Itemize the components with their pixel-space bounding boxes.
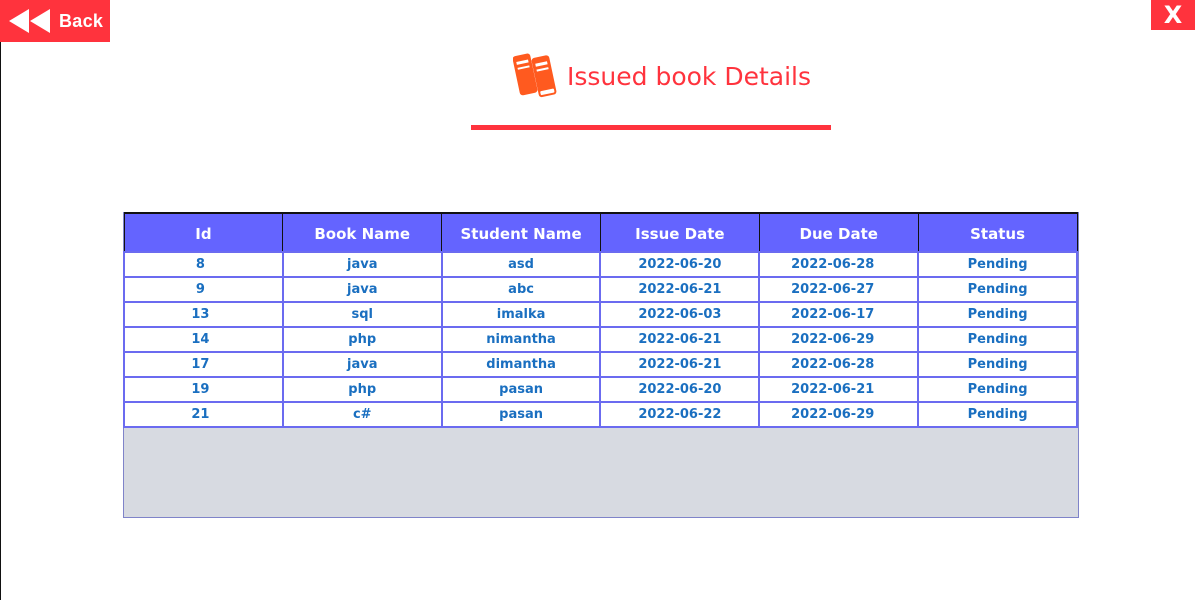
cell-book-name[interactable]: java: [281, 251, 443, 278]
cell-id[interactable]: 13: [123, 301, 284, 328]
table-row[interactable]: 13 sql imalka 2022-06-03 2022-06-17 Pend…: [123, 301, 1078, 328]
table-row[interactable]: 21 c# pasan 2022-06-22 2022-06-29 Pendin…: [123, 401, 1078, 428]
cell-student-name[interactable]: pasan: [440, 376, 602, 403]
cell-status[interactable]: Pending: [917, 276, 1078, 303]
table-row[interactable]: 8 java asd 2022-06-20 2022-06-28 Pending: [123, 251, 1078, 278]
column-header-due-date[interactable]: Due Date: [758, 212, 919, 253]
column-header-status[interactable]: Status: [917, 212, 1078, 253]
cell-issue-date[interactable]: 2022-06-03: [599, 301, 761, 328]
back-button[interactable]: Back: [0, 0, 110, 42]
table-row[interactable]: 14 php nimantha 2022-06-21 2022-06-29 Pe…: [123, 326, 1078, 353]
cell-due-date[interactable]: 2022-06-28: [758, 251, 920, 278]
cell-issue-date[interactable]: 2022-06-21: [599, 326, 761, 353]
cell-id[interactable]: 21: [123, 401, 284, 428]
title-underline: [471, 125, 831, 130]
cell-status[interactable]: Pending: [917, 351, 1078, 378]
table-row[interactable]: 9 java abc 2022-06-21 2022-06-27 Pending: [123, 276, 1078, 303]
cell-status[interactable]: Pending: [917, 376, 1078, 403]
cell-due-date[interactable]: 2022-06-27: [758, 276, 920, 303]
table-row[interactable]: 19 php pasan 2022-06-20 2022-06-21 Pendi…: [123, 376, 1078, 403]
cell-book-name[interactable]: php: [281, 326, 443, 353]
page-title: Issued book Details: [567, 61, 812, 91]
close-button[interactable]: X: [1151, 0, 1195, 30]
cell-student-name[interactable]: nimantha: [440, 326, 602, 353]
column-header-book-name[interactable]: Book Name: [282, 212, 443, 253]
cell-book-name[interactable]: sql: [281, 301, 443, 328]
cell-status[interactable]: Pending: [917, 326, 1078, 353]
cell-student-name[interactable]: dimantha: [440, 351, 602, 378]
cell-book-name[interactable]: c#: [281, 401, 443, 428]
page-header: Issued book Details: [512, 48, 812, 105]
cell-issue-date[interactable]: 2022-06-20: [599, 251, 761, 278]
cell-student-name[interactable]: abc: [440, 276, 602, 303]
back-button-label: Back: [59, 10, 104, 31]
cell-due-date[interactable]: 2022-06-21: [758, 376, 920, 403]
cell-id[interactable]: 8: [123, 251, 284, 278]
cell-student-name[interactable]: asd: [440, 251, 602, 278]
cell-id[interactable]: 9: [123, 276, 284, 303]
cell-id[interactable]: 17: [123, 351, 284, 378]
column-header-student-name[interactable]: Student Name: [441, 212, 601, 253]
cell-issue-date[interactable]: 2022-06-22: [599, 401, 761, 428]
cell-status[interactable]: Pending: [917, 301, 1078, 328]
column-header-id[interactable]: Id: [123, 212, 284, 253]
issued-books-window: Back X Issued book Details Id Book Name …: [0, 0, 1195, 600]
cell-student-name[interactable]: pasan: [440, 401, 602, 428]
rewind-icon: [7, 7, 51, 35]
cell-status[interactable]: Pending: [917, 251, 1078, 278]
cell-due-date[interactable]: 2022-06-29: [758, 326, 920, 353]
cell-due-date[interactable]: 2022-06-28: [758, 351, 920, 378]
cell-student-name[interactable]: imalka: [440, 301, 602, 328]
cell-book-name[interactable]: php: [281, 376, 443, 403]
column-header-issue-date[interactable]: Issue Date: [599, 212, 760, 253]
cell-due-date[interactable]: 2022-06-29: [758, 401, 920, 428]
cell-id[interactable]: 19: [123, 376, 284, 403]
cell-issue-date[interactable]: 2022-06-21: [599, 276, 761, 303]
cell-issue-date[interactable]: 2022-06-21: [599, 351, 761, 378]
issued-books-table-panel[interactable]: Id Book Name Student Name Issue Date Due…: [123, 212, 1079, 518]
table-row[interactable]: 17 java dimantha 2022-06-21 2022-06-28 P…: [123, 351, 1078, 378]
cell-due-date[interactable]: 2022-06-17: [758, 301, 920, 328]
cell-id[interactable]: 14: [123, 326, 284, 353]
cell-book-name[interactable]: java: [281, 276, 443, 303]
books-icon: [512, 48, 559, 105]
issued-books-table: Id Book Name Student Name Issue Date Due…: [123, 212, 1078, 428]
cell-status[interactable]: Pending: [917, 401, 1078, 428]
table-header-row: Id Book Name Student Name Issue Date Due…: [123, 212, 1078, 253]
cell-issue-date[interactable]: 2022-06-20: [599, 376, 761, 403]
cell-book-name[interactable]: java: [281, 351, 443, 378]
window-left-border: [0, 0, 1, 600]
